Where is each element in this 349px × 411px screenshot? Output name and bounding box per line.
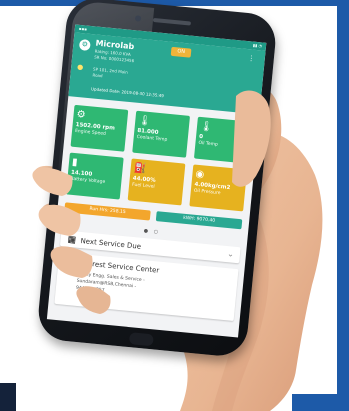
photo-stage: ▪▪▪ ▮▮ ◔ ⚙ Microlab Rating: 160.0 KVA SR… bbox=[0, 0, 349, 411]
hand-foreground bbox=[32, 90, 271, 314]
